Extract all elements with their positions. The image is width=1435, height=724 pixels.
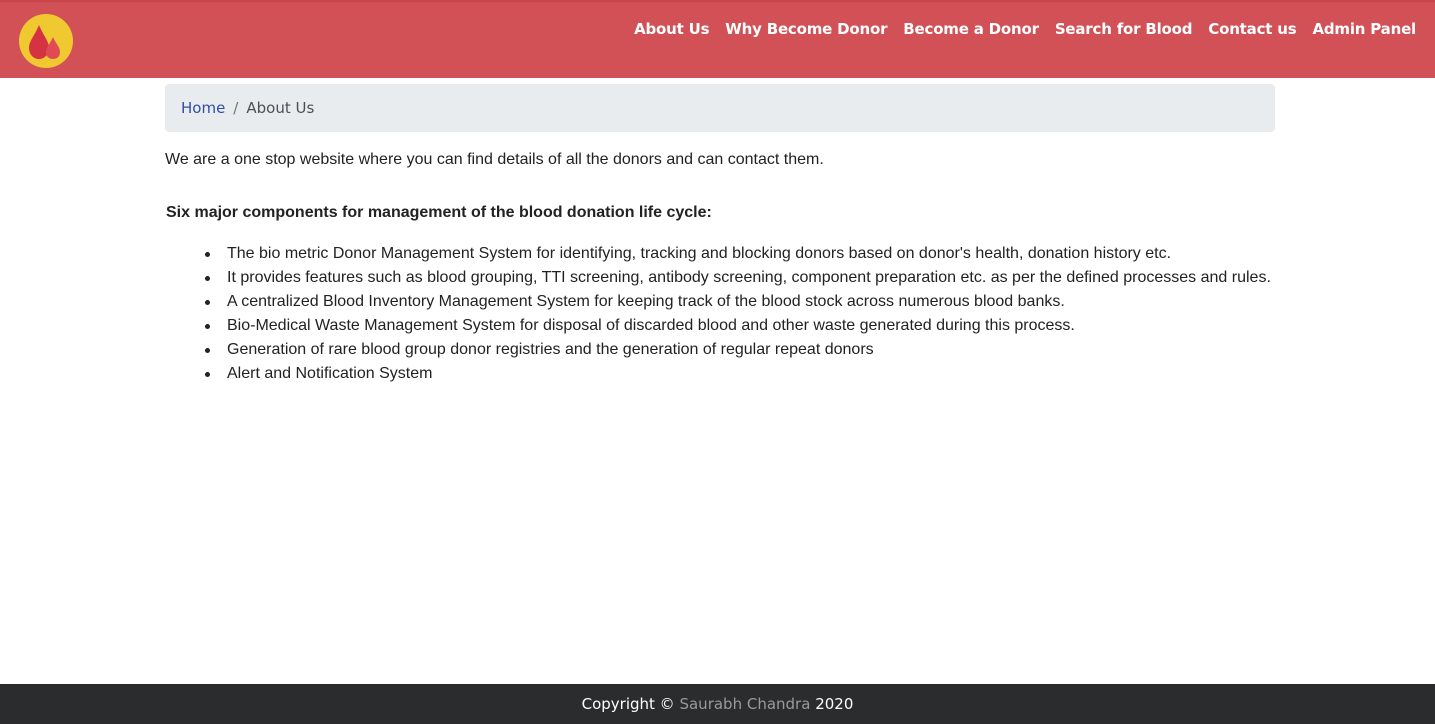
breadcrumb: Home / About Us: [165, 84, 1275, 132]
nav-admin-panel[interactable]: Admin Panel: [1312, 20, 1416, 38]
nav-become-donor[interactable]: Become a Donor: [903, 20, 1039, 38]
list-item: The bio metric Donor Management System f…: [205, 242, 1271, 266]
footer-year: 2020: [815, 695, 854, 713]
list-item: Bio-Medical Waste Management System for …: [205, 314, 1271, 338]
list-item: Alert and Notification System: [205, 362, 1271, 386]
list-item: Generation of rare blood group donor reg…: [205, 338, 1271, 362]
footer: Copyright © Saurabh Chandra 2020: [0, 684, 1435, 724]
blood-drop-icon[interactable]: [18, 13, 74, 69]
breadcrumb-home-link[interactable]: Home: [181, 99, 225, 117]
nav-search-blood[interactable]: Search for Blood: [1055, 20, 1193, 38]
list-item: A centralized Blood Inventory Management…: [205, 290, 1271, 314]
nav-why-become-donor[interactable]: Why Become Donor: [725, 20, 887, 38]
components-heading: Six major components for management of t…: [166, 204, 712, 221]
breadcrumb-current: About Us: [246, 99, 315, 117]
breadcrumb-separator: /: [233, 99, 239, 117]
nav-contact-us[interactable]: Contact us: [1208, 20, 1296, 38]
nav-menu: About Us Why Become Donor Become a Donor…: [634, 20, 1416, 38]
nav-about-us[interactable]: About Us: [634, 20, 709, 38]
components-list: The bio metric Donor Management System f…: [205, 242, 1271, 386]
list-item: It provides features such as blood group…: [205, 266, 1271, 290]
navbar: About Us Why Become Donor Become a Donor…: [0, 0, 1435, 78]
footer-copyright: Copyright ©: [581, 695, 675, 713]
intro-text: We are a one stop website where you can …: [165, 151, 824, 168]
footer-author: Saurabh Chandra: [679, 695, 811, 713]
